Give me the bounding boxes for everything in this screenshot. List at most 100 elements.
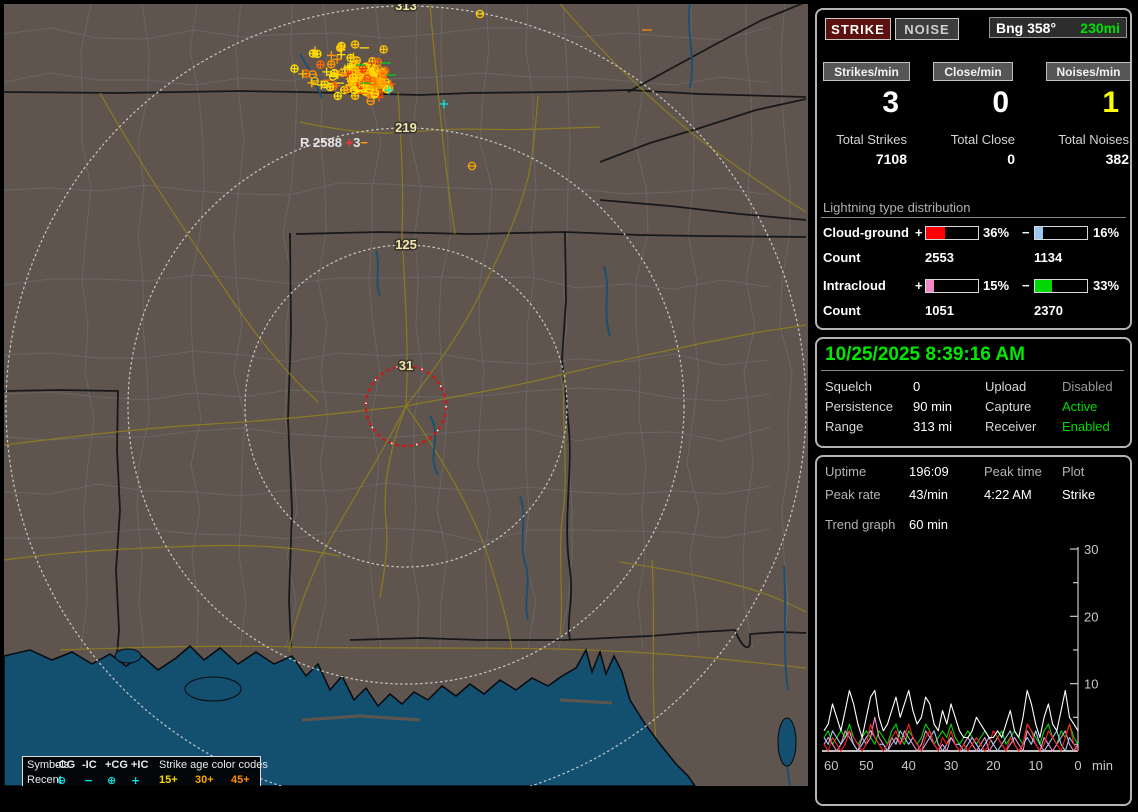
- legend-symbol: ⊕: [107, 774, 117, 786]
- total-strikes-label: Total Strikes: [836, 132, 907, 147]
- peak-rate-value: 43/min: [909, 487, 949, 502]
- persistence-value: 90 min: [913, 399, 953, 414]
- cg-minus-pct: 16%: [1093, 225, 1120, 240]
- cloud-ground-label: Cloud-ground: [823, 225, 909, 240]
- lake-pontchartrain: [184, 676, 242, 702]
- strike-circle_plus: [325, 82, 335, 92]
- cg-plus-bar: [925, 226, 979, 240]
- cg-minus-bar: [1034, 226, 1088, 240]
- capture-label: Capture: [985, 399, 1032, 414]
- legend-symbol: ⊖: [57, 774, 67, 786]
- map-legend: Symbols -CG -IC +CG +IC Strike age color…: [22, 756, 268, 786]
- count-label-2: Count: [823, 303, 861, 318]
- ic-plus-count: 1051: [925, 303, 954, 318]
- divider: [821, 217, 1126, 218]
- lightning-map[interactable]: 31 125 219 313 R 2588 +3− Symbols -CG -IC +…: [4, 4, 808, 786]
- svg-text:30: 30: [1084, 542, 1098, 557]
- legend-rows: Recent⊖−⊕+15+30+45+Old⊖−⊕+60+75+90+: [23, 757, 260, 786]
- svg-text:min: min: [1092, 758, 1113, 773]
- plus-sign: +: [915, 278, 923, 293]
- capture-status: Active: [1062, 399, 1098, 414]
- cg-plus-bar-fill: [926, 227, 945, 239]
- strike-circle_plus: [335, 43, 345, 53]
- close-per-min-value: 0: [992, 86, 1009, 119]
- total-strikes: Total Strikes 7108: [817, 132, 907, 167]
- trend-panel: Uptime 196:09 Peak time Plot Peak rate 4…: [815, 455, 1132, 806]
- age-code: 45+: [231, 774, 250, 786]
- strike-circle_plus: [379, 45, 388, 54]
- total-noises-label: Total Noises: [1058, 132, 1129, 147]
- ic-minus-count: 2370: [1034, 303, 1063, 318]
- total-noises-value: 382: [1105, 151, 1129, 167]
- strike-circle_plus: [358, 64, 367, 74]
- ic-minus-bar: [1034, 279, 1088, 293]
- ic-plus-bar: [925, 279, 979, 293]
- plot-value: Strike: [1062, 487, 1096, 502]
- nexstorm-window: 31 125 219 313 R 2588 +3− Symbols -CG -IC +…: [0, 0, 1138, 812]
- cg-plus-count: 2553: [925, 250, 954, 265]
- svg-text:30: 30: [944, 758, 958, 773]
- bearing-display: Bng 358° 230mi: [989, 17, 1127, 38]
- distribution-title: Lightning type distribution: [823, 200, 971, 215]
- plus-sign: +: [915, 225, 923, 240]
- noise-mode-button[interactable]: NOISE: [895, 18, 959, 40]
- upload-label: Upload: [985, 379, 1027, 394]
- age-code: 30+: [195, 774, 214, 786]
- svg-text:40: 40: [901, 758, 915, 773]
- cg-minus-count: 1134: [1034, 250, 1063, 265]
- lake-seminole: [777, 717, 797, 767]
- svg-text:20: 20: [1084, 609, 1098, 624]
- strike-circle_plus: [342, 85, 352, 94]
- total-close: Total Close 0: [925, 132, 1015, 167]
- range-label: Range: [825, 419, 864, 434]
- persistence-label: Persistence: [825, 399, 893, 414]
- legend-symbol: +: [131, 774, 141, 786]
- uptime-value: 196:09: [909, 464, 949, 479]
- strike-mode-button[interactable]: STRIKE: [825, 18, 891, 40]
- ring-label-125: 125: [395, 237, 417, 252]
- strike-circle_plus: [352, 56, 362, 65]
- ring-label-313: 313: [395, 4, 417, 13]
- cg-plus-pct: 36%: [983, 225, 1010, 240]
- strike-circle_plus: [348, 73, 358, 83]
- total-close-value: 0: [1007, 151, 1015, 167]
- strike-circle_plus: [350, 40, 360, 49]
- ic-plus-bar-fill: [926, 280, 934, 292]
- trend-graph-label: Trend graph: [825, 517, 896, 532]
- minus-sign: −: [1022, 225, 1030, 240]
- svg-text:10: 10: [1028, 758, 1042, 773]
- ring-label-31: 31: [399, 358, 413, 373]
- map-canvas: 31 125 219 313 R 2588 +3−: [4, 4, 808, 786]
- ic-minus-bar-fill: [1035, 280, 1053, 292]
- divider: [821, 370, 1124, 371]
- lake: [114, 648, 142, 664]
- plot-label: Plot: [1062, 464, 1085, 479]
- system-status-panel: 10/25/2025 8:39:16 AM Squelch 0 Upload D…: [815, 337, 1132, 448]
- strike-circle_plus: [373, 57, 383, 67]
- uptime-label: Uptime: [825, 464, 867, 479]
- strikes-per-min-value: 3: [882, 86, 899, 119]
- peak-time-value: 4:22 AM: [984, 487, 1032, 502]
- strike-circle_plus: [290, 64, 299, 73]
- strike-circle_plus: [308, 49, 318, 58]
- squelch-value: 0: [913, 379, 921, 394]
- noises-per-min-button[interactable]: Noises/min: [1046, 62, 1131, 81]
- total-noises: Total Noises 382: [1039, 132, 1129, 167]
- svg-text:60: 60: [824, 758, 838, 773]
- ring-label-219: 219: [395, 120, 417, 135]
- receiver-label: Receiver: [985, 419, 1037, 434]
- strike-stats-panel: STRIKE NOISE Bng 358° 230mi Strikes/min …: [815, 8, 1132, 330]
- close-per-min-button[interactable]: Close/min: [933, 62, 1013, 81]
- strike-circle_plus: [316, 60, 325, 69]
- svg-text:10: 10: [1084, 677, 1098, 692]
- strikes-per-min-button[interactable]: Strikes/min: [823, 62, 910, 81]
- minus-sign: −: [1022, 278, 1030, 293]
- age-code: 15+: [159, 774, 178, 786]
- trend-graph-window: 60 min: [909, 517, 949, 532]
- strike-circle_plus: [333, 91, 343, 101]
- ic-minus-pct: 33%: [1093, 278, 1120, 293]
- peak-time-label: Peak time: [984, 464, 1042, 479]
- receiver-status: Enabled: [1062, 419, 1110, 434]
- cg-minus-bar-fill: [1035, 227, 1044, 239]
- peak-rate-label: Peak rate: [825, 487, 881, 502]
